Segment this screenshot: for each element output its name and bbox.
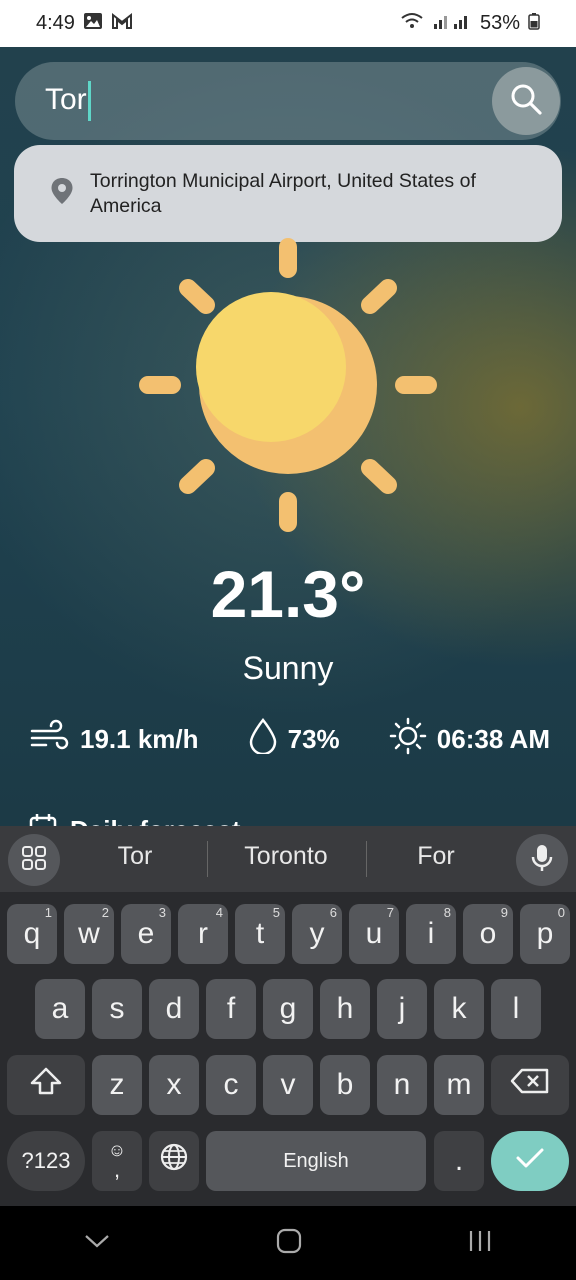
key-x[interactable]: x xyxy=(149,1055,199,1115)
wifi-icon xyxy=(400,12,424,36)
key-t[interactable]: t5 xyxy=(235,904,285,964)
word-suggestion[interactable]: Tor xyxy=(70,842,200,871)
key-r[interactable]: r4 xyxy=(178,904,228,964)
enter-key[interactable] xyxy=(491,1131,569,1191)
key-a[interactable]: a xyxy=(35,979,85,1039)
chevron-down-icon xyxy=(84,1234,109,1247)
key-k[interactable]: k xyxy=(434,979,484,1039)
search-button[interactable] xyxy=(492,67,560,135)
sunrise-icon xyxy=(389,717,427,762)
signal-icon xyxy=(432,12,472,36)
word-suggestion[interactable]: For xyxy=(370,842,502,871)
gallery-icon xyxy=(83,12,103,36)
key-h[interactable]: h xyxy=(320,979,370,1039)
period-key[interactable]: . xyxy=(434,1131,484,1191)
key-b[interactable]: b xyxy=(320,1055,370,1115)
key-z[interactable]: z xyxy=(92,1055,142,1115)
key-m[interactable]: m xyxy=(434,1055,484,1115)
status-time: 4:49 xyxy=(36,12,75,34)
recents-icon xyxy=(470,1230,491,1251)
nav-recents-button[interactable] xyxy=(467,1229,493,1258)
battery-level: 53% xyxy=(479,12,520,34)
checkmark-icon xyxy=(515,1144,545,1178)
search-icon xyxy=(509,82,543,121)
nav-back-button[interactable] xyxy=(83,1232,111,1255)
keyboard-menu-button[interactable] xyxy=(8,834,60,886)
keyboard-suggestion-bar: Tor Toronto For xyxy=(0,826,576,892)
humidity-value: 73% xyxy=(287,723,340,754)
sunrise-metric: 06:38 AM xyxy=(389,717,550,762)
nav-home-button[interactable] xyxy=(276,1228,302,1259)
key-l[interactable]: l xyxy=(491,979,541,1039)
system-navigation-bar xyxy=(0,1206,576,1280)
location-suggestion[interactable]: Torrington Municipal Airport, United Sta… xyxy=(14,145,562,242)
key-u[interactable]: u7 xyxy=(349,904,399,964)
language-key[interactable] xyxy=(149,1131,199,1191)
key-d[interactable]: d xyxy=(149,979,199,1039)
emoji-comma-key[interactable]: ☺ , xyxy=(92,1131,142,1191)
droplet-icon xyxy=(248,717,278,761)
symbols-key[interactable]: ?123 xyxy=(7,1131,85,1191)
globe-icon xyxy=(159,1142,189,1180)
key-i[interactable]: i8 xyxy=(406,904,456,964)
wind-metric: 19.1 km/h xyxy=(30,719,199,760)
search-bar[interactable]: Tor xyxy=(15,62,561,140)
home-icon xyxy=(276,1228,302,1253)
key-c[interactable]: c xyxy=(206,1055,256,1115)
weather-condition: Sunny xyxy=(242,650,334,686)
location-pin-icon xyxy=(50,177,74,210)
voice-input-button[interactable] xyxy=(516,834,568,886)
wind-icon xyxy=(30,719,70,760)
backspace-key[interactable] xyxy=(491,1055,569,1115)
key-n[interactable]: n xyxy=(377,1055,427,1115)
grid-icon xyxy=(21,845,47,876)
temperature: 21.3° xyxy=(210,557,366,631)
suggestion-divider xyxy=(207,841,208,877)
search-input[interactable]: Tor xyxy=(45,81,91,121)
shift-icon xyxy=(30,1066,62,1104)
space-key[interactable]: English xyxy=(206,1131,426,1191)
sun-icon xyxy=(139,238,437,532)
key-y[interactable]: y6 xyxy=(292,904,342,964)
key-p[interactable]: p0 xyxy=(520,904,570,964)
key-o[interactable]: o9 xyxy=(463,904,513,964)
suggestion-label: Torrington Municipal Airport, United Sta… xyxy=(90,169,476,217)
key-s[interactable]: s xyxy=(92,979,142,1039)
suggestion-divider xyxy=(366,841,367,877)
key-f[interactable]: f xyxy=(206,979,256,1039)
humidity-metric: 73% xyxy=(248,717,340,761)
wind-speed: 19.1 km/h xyxy=(80,723,199,754)
text-cursor xyxy=(87,81,91,121)
shift-key[interactable] xyxy=(7,1055,85,1115)
weather-metrics: 19.1 km/h 73% 06:38 AM xyxy=(30,714,550,764)
soft-keyboard: Tor Toronto For q1 w2 e3 r4 t5 y6 u7 i8 … xyxy=(0,826,576,1206)
key-e[interactable]: e3 xyxy=(121,904,171,964)
microphone-icon xyxy=(531,843,553,878)
key-g[interactable]: g xyxy=(263,979,313,1039)
status-bar: 4:49 53% xyxy=(0,0,576,47)
word-suggestion[interactable]: Toronto xyxy=(210,842,362,871)
backspace-icon xyxy=(510,1067,550,1103)
sunrise-time: 06:38 AM xyxy=(436,723,550,754)
key-q[interactable]: q1 xyxy=(7,904,57,964)
key-w[interactable]: w2 xyxy=(64,904,114,964)
gmail-icon xyxy=(111,12,133,36)
key-v[interactable]: v xyxy=(263,1055,313,1115)
key-j[interactable]: j xyxy=(377,979,427,1039)
battery-icon xyxy=(528,12,540,36)
